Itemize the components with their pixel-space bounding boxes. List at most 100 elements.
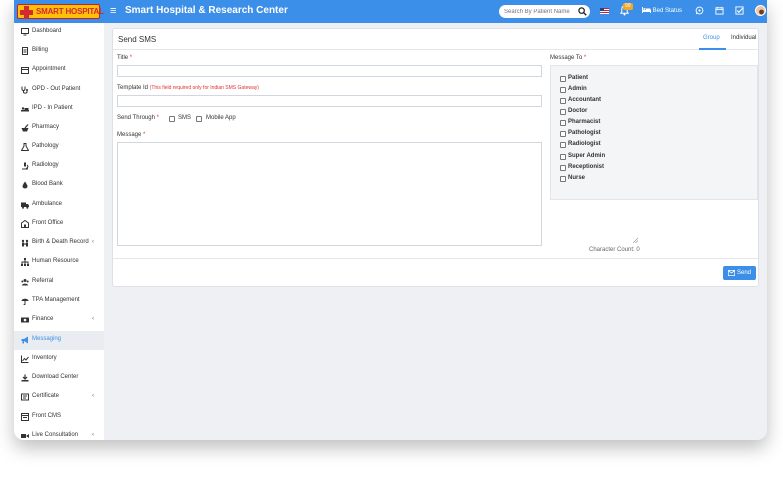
- sidebar-item-label: Pathology: [32, 143, 59, 149]
- sidebar-item-birth-death[interactable]: Birth & Death Record ‹: [14, 234, 104, 253]
- search-icon[interactable]: [578, 7, 587, 16]
- sidebar-item-label: Download Center: [32, 374, 79, 380]
- sidebar-item-finance[interactable]: Finance ‹: [14, 311, 104, 330]
- card-footer-divider: [113, 258, 758, 259]
- blood-drop-icon: [22, 181, 28, 189]
- app-window: SMART HOSPITAL ≡ Smart Hospital & Resear…: [14, 0, 767, 440]
- tab-group[interactable]: Group: [703, 35, 720, 41]
- role-checkbox-admin[interactable]: [560, 87, 566, 93]
- top-navbar: SMART HOSPITAL ≡ Smart Hospital & Resear…: [14, 0, 767, 23]
- cms-icon: [21, 413, 29, 421]
- resize-handle-icon[interactable]: [633, 238, 638, 243]
- role-label: Super Admin: [568, 153, 606, 159]
- sidebar-item-radiology[interactable]: Radiology: [14, 157, 104, 176]
- bed-status-label: Bed Status: [652, 8, 683, 14]
- role-label: Accountant: [568, 97, 601, 103]
- video-icon: [21, 434, 29, 438]
- chevron-left-icon: ‹: [92, 432, 94, 438]
- role-label: Radiologist: [568, 141, 601, 147]
- role-checkbox-radiologist[interactable]: [560, 142, 566, 148]
- calendar-icon: [21, 67, 29, 74]
- sidebar-item-dashboard[interactable]: Dashboard: [14, 23, 104, 42]
- role-checkbox-doctor[interactable]: [560, 109, 566, 115]
- send-button[interactable]: Send: [723, 266, 756, 280]
- sidebar-item-certificate[interactable]: Certificate ‹: [14, 388, 104, 407]
- sitemap-icon: [21, 258, 29, 266]
- role-label: Receptionist: [568, 164, 605, 170]
- search-input[interactable]: [504, 6, 574, 17]
- template-id-input[interactable]: [117, 95, 542, 107]
- sidebar-item-pathology[interactable]: Pathology: [14, 138, 104, 157]
- required-marker: *: [156, 115, 159, 121]
- title-label-text: Title: [117, 55, 129, 61]
- sidebar-item-label: Messaging: [32, 336, 62, 342]
- mobile-app-option-label: Mobile App: [206, 115, 236, 121]
- whatsapp-icon[interactable]: [695, 6, 704, 15]
- sidebar-item-label: Inventory: [32, 355, 57, 361]
- chevron-left-icon: ‹: [92, 239, 94, 245]
- template-id-label: Template Id (This field required only fo…: [117, 85, 259, 91]
- role-label: Admin: [568, 86, 587, 92]
- ambulance-icon: [21, 202, 29, 209]
- required-marker: *: [129, 55, 133, 61]
- sidebar-item-download-center[interactable]: Download Center: [14, 369, 104, 388]
- sidebar-item-front-office[interactable]: Front Office: [14, 215, 104, 234]
- sidebar-item-appointment[interactable]: Appointment: [14, 61, 104, 80]
- bullhorn-icon: [21, 336, 28, 344]
- sidebar-item-ambulance[interactable]: Ambulance: [14, 196, 104, 215]
- sidebar-item-label: Human Resource: [32, 258, 79, 264]
- sidebar-item-referral[interactable]: Referral: [14, 273, 104, 292]
- tab-individual[interactable]: Individual: [731, 35, 756, 41]
- send-button-label: Send: [737, 270, 752, 276]
- sidebar-item-live-consultation[interactable]: Live Consultation ‹: [14, 427, 104, 440]
- chart-icon: [21, 355, 29, 363]
- sidebar-item-blood-bank[interactable]: Blood Bank: [14, 176, 104, 195]
- task-check-icon[interactable]: [735, 6, 744, 15]
- us-flag-icon[interactable]: [600, 8, 609, 14]
- sms-checkbox[interactable]: [169, 116, 175, 122]
- bed-status-link[interactable]: Bed Status: [642, 7, 682, 14]
- title-input[interactable]: [117, 65, 542, 77]
- role-checkbox-patient[interactable]: [560, 76, 566, 82]
- sidebar-item-label: Appointment: [32, 66, 66, 72]
- sidebar-item-opd[interactable]: OPD - Out Patient: [14, 81, 104, 100]
- calendar-icon[interactable]: [715, 6, 724, 15]
- role-label: Pharmacist: [568, 119, 601, 125]
- menu-toggle-icon[interactable]: ≡: [110, 5, 119, 17]
- sidebar-item-label: Birth & Death Record: [32, 239, 89, 245]
- template-id-note: (This field required only for Indian SMS…: [149, 85, 259, 91]
- sidebar-item-front-cms[interactable]: Front CMS: [14, 408, 104, 427]
- role-checkbox-accountant[interactable]: [560, 98, 566, 104]
- role-label: Pathologist: [568, 130, 601, 136]
- role-checkbox-pathologist[interactable]: [560, 131, 566, 137]
- role-checkbox-nurse[interactable]: [560, 176, 566, 182]
- sidebar-item-tpa-management[interactable]: TPA Management: [14, 292, 104, 311]
- family-icon: [21, 239, 29, 247]
- template-id-label-text: Template Id: [117, 85, 149, 91]
- role-checkbox-receptionist[interactable]: [560, 165, 566, 171]
- card-header: Send SMS Group Individual: [113, 29, 758, 50]
- sidebar-item-human-resource[interactable]: Human Resource: [14, 253, 104, 272]
- patient-search: [499, 5, 590, 18]
- sidebar-item-label: Dashboard: [32, 28, 62, 34]
- required-marker: *: [583, 55, 587, 61]
- sidebar-item-inventory[interactable]: Inventory: [14, 350, 104, 369]
- sidebar-item-pharmacy[interactable]: Pharmacy: [14, 119, 104, 138]
- sidebar-item-ipd[interactable]: IPD - In Patient: [14, 100, 104, 119]
- mobile-app-checkbox[interactable]: [196, 116, 202, 122]
- procedures-icon: [21, 107, 29, 112]
- user-avatar[interactable]: [755, 5, 766, 16]
- role-checkbox-super-admin[interactable]: [560, 154, 566, 160]
- sidebar-item-messaging[interactable]: Messaging: [14, 331, 104, 350]
- users-icon: [21, 279, 29, 286]
- message-textarea[interactable]: [117, 142, 542, 246]
- umbrella-icon: [21, 298, 29, 305]
- sidebar-item-label: Live Consultation: [32, 432, 79, 438]
- logo[interactable]: SMART HOSPITAL: [17, 4, 104, 19]
- role-checkbox-pharmacist[interactable]: [560, 120, 566, 126]
- sidebar-item-billing[interactable]: Billing: [14, 42, 104, 61]
- sidebar-item-label: Pharmacy: [32, 124, 60, 130]
- page-title: Send SMS: [118, 35, 157, 44]
- message-label: Message *: [117, 132, 145, 138]
- logo-text: SMART HOSPITAL: [36, 7, 104, 16]
